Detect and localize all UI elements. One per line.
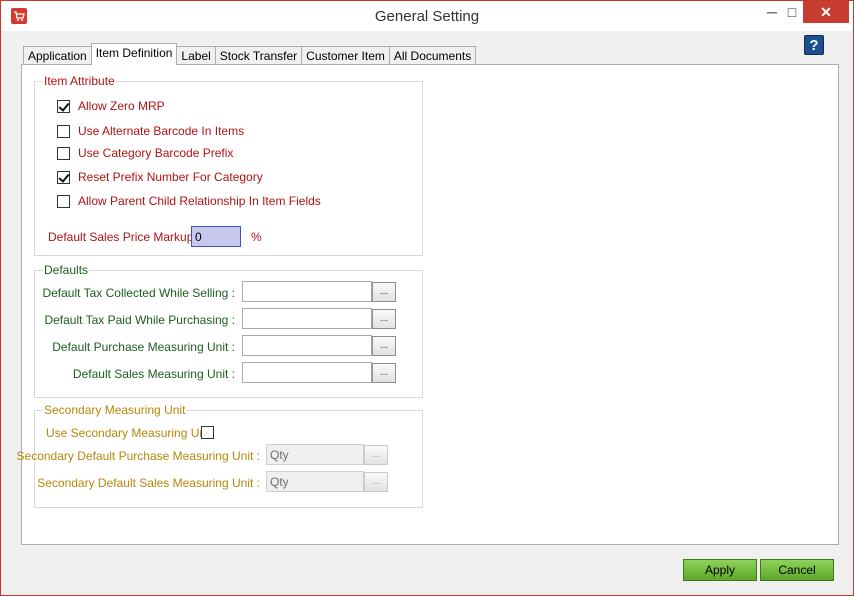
- category-barcode-prefix-label: Use Category Barcode Prefix: [78, 146, 234, 160]
- item-attribute-group: Item Attribute Allow Zero MRP Use Altern…: [34, 74, 423, 256]
- tax-collected-field[interactable]: [242, 281, 372, 302]
- defaults-legend: Defaults: [43, 263, 90, 277]
- alternate-barcode-row[interactable]: Use Alternate Barcode In Items: [57, 124, 244, 138]
- apply-button[interactable]: Apply: [683, 559, 757, 581]
- parent-child-row[interactable]: Allow Parent Child Relationship In Item …: [57, 194, 321, 208]
- use-secondary-label: Use Secondary Measuring Unit: [46, 426, 213, 440]
- reset-prefix-checkbox[interactable]: [57, 170, 70, 184]
- allow-zero-mrp-checkbox[interactable]: [57, 99, 70, 113]
- tab-item-definition[interactable]: Item Definition: [90, 43, 178, 65]
- purchase-unit-label: Default Purchase Measuring Unit :: [52, 340, 235, 354]
- tab-label[interactable]: Label: [176, 46, 216, 65]
- tax-paid-browse-button[interactable]: ...: [372, 309, 396, 329]
- tax-collected-label: Default Tax Collected While Selling :: [42, 286, 235, 300]
- general-setting-window: General Setting ─ □ ✕ ? Application Item…: [0, 0, 854, 596]
- tab-application[interactable]: Application: [23, 46, 92, 65]
- sales-unit-browse-button[interactable]: ...: [372, 363, 396, 383]
- reset-prefix-label: Reset Prefix Number For Category: [78, 170, 263, 184]
- secondary-purchase-label: Secondary Default Purchase Measuring Uni…: [16, 449, 260, 463]
- alternate-barcode-label: Use Alternate Barcode In Items: [78, 124, 245, 138]
- parent-child-checkbox[interactable]: [57, 194, 70, 208]
- tab-strip: Application Item Definition Label Stock …: [23, 43, 477, 65]
- secondary-purchase-field[interactable]: [266, 444, 364, 465]
- secondary-unit-legend: Secondary Measuring Unit: [43, 403, 187, 417]
- markup-unit: %: [251, 230, 262, 244]
- window-title: General Setting: [374, 8, 480, 25]
- title-bar: General Setting ─ □ ✕: [1, 1, 853, 31]
- tab-customer-item[interactable]: Customer Item: [301, 46, 390, 65]
- purchase-unit-browse-button[interactable]: ...: [372, 336, 396, 356]
- reset-prefix-row[interactable]: Reset Prefix Number For Category: [57, 170, 263, 184]
- secondary-purchase-browse-button[interactable]: ...: [364, 445, 388, 465]
- secondary-sales-browse-button[interactable]: ...: [364, 472, 388, 492]
- purchase-unit-field[interactable]: [242, 335, 372, 356]
- allow-zero-mrp-row[interactable]: Allow Zero MRP: [57, 99, 165, 113]
- markup-label: Default Sales Price Markup :: [48, 230, 201, 244]
- allow-zero-mrp-label: Allow Zero MRP: [78, 99, 165, 113]
- tab-stock-transfer[interactable]: Stock Transfer: [214, 46, 303, 65]
- tax-paid-field[interactable]: [242, 308, 372, 329]
- tab-all-documents[interactable]: All Documents: [388, 46, 477, 65]
- cancel-button[interactable]: Cancel: [760, 559, 834, 581]
- item-attribute-legend: Item Attribute: [43, 74, 116, 88]
- help-icon[interactable]: ?: [804, 35, 824, 55]
- tax-paid-label: Default Tax Paid While Purchasing :: [44, 313, 235, 327]
- secondary-sales-label: Secondary Default Sales Measuring Unit :: [37, 476, 260, 490]
- sales-unit-label: Default Sales Measuring Unit :: [72, 367, 235, 381]
- sales-unit-field[interactable]: [242, 362, 372, 383]
- use-secondary-checkbox[interactable]: [201, 426, 214, 439]
- alternate-barcode-checkbox[interactable]: [57, 124, 70, 138]
- secondary-unit-group: Secondary Measuring Unit Use Secondary M…: [17, 403, 423, 508]
- secondary-sales-field[interactable]: [266, 471, 364, 492]
- markup-input[interactable]: [191, 226, 241, 247]
- tax-collected-browse-button[interactable]: ...: [372, 282, 396, 302]
- parent-child-label: Allow Parent Child Relationship In Item …: [78, 194, 321, 208]
- category-barcode-prefix-checkbox[interactable]: [57, 146, 70, 160]
- item-definition-panel: Item Attribute Allow Zero MRP Use Altern…: [17, 64, 839, 545]
- close-button[interactable]: ✕: [803, 1, 849, 23]
- defaults-group: Defaults Default Tax Collected While Sel…: [34, 263, 423, 398]
- category-barcode-prefix-row[interactable]: Use Category Barcode Prefix: [57, 146, 233, 160]
